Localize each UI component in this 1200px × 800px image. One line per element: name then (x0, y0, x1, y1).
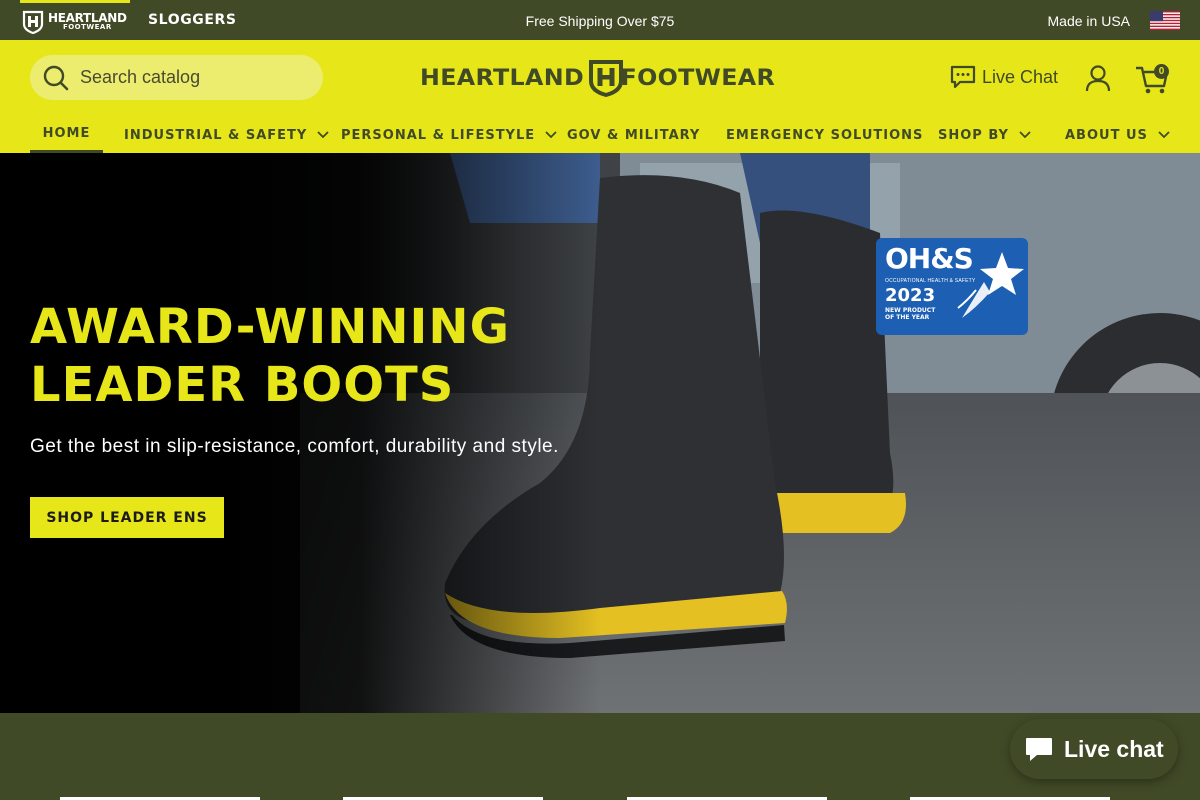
live-chat-label: Live Chat (982, 66, 1059, 87)
logo-word-footwear: FOOTWEAR (620, 65, 775, 91)
live-chat-widget-label: Live chat (1064, 735, 1164, 762)
nav-item-industrial-safety[interactable]: INDUSTRIAL & SAFETY (124, 117, 329, 153)
heartland-footwear-logo[interactable]: HEARTLAND FOOTWEAR (420, 58, 780, 98)
nav-item-label: SHOP BY (938, 127, 1009, 143)
ohs-award-badge: OH&S OCCUPATIONAL HEALTH & SAFETY 2023 N… (876, 238, 1028, 335)
brand-sloggers-label: SLOGGERS (148, 12, 237, 28)
account-icon[interactable] (1085, 64, 1111, 92)
nav-item-label: INDUSTRIAL & SAFETY (124, 127, 308, 143)
cart-count-badge: 0 (1154, 64, 1169, 79)
star-icon (957, 252, 1024, 318)
nav-item-personal-lifestyle[interactable]: PERSONAL & LIFESTYLE (341, 117, 557, 153)
heartland-shield-icon (22, 10, 44, 34)
nav-item-about-us[interactable]: ABOUT US (1065, 117, 1170, 153)
nav-item-shop-by[interactable]: SHOP BY (938, 117, 1031, 153)
nav-item-label: PERSONAL & LIFESTYLE (341, 127, 536, 143)
search-input[interactable] (80, 67, 300, 88)
hero-title-line2: LEADER BOOTS (30, 357, 455, 413)
nav-item-home[interactable]: HOME (30, 117, 103, 153)
hero-title-line1: AWARD-WINNING (30, 299, 510, 355)
search-icon[interactable] (42, 64, 70, 92)
chat-bubble-icon (1026, 738, 1052, 761)
live-chat-widget-button[interactable]: Live chat (1010, 719, 1178, 779)
top-utility-bar: HEARTLAND FOOTWEAR SLOGGERS Free Shippin… (0, 0, 1200, 40)
nav-item-label: HOME (42, 126, 91, 141)
ohs-badge-year: 2023 (885, 285, 936, 306)
brand-tab-sloggers[interactable]: SLOGGERS (148, 0, 237, 40)
hero-banner: AWARD-WINNING LEADER BOOTS Get the best … (0, 153, 1200, 713)
brand-tab-heartland[interactable]: HEARTLAND FOOTWEAR (20, 0, 130, 40)
ohs-badge-line1: NEW PRODUCT (885, 307, 936, 314)
made-in-usa-label: Made in USA (1047, 13, 1130, 29)
hero-boots-photo (0, 153, 1200, 713)
chat-bubble-icon (950, 65, 976, 89)
chevron-down-icon (1019, 131, 1031, 139)
nav-item-label: EMERGENCY SOLUTIONS (726, 127, 924, 143)
nav-item-label: GOV & MILITARY (567, 127, 701, 143)
ohs-badge-award: NEW PRODUCT OF THE YEAR (885, 307, 945, 321)
chevron-down-icon (317, 131, 329, 139)
nav-item-gov-military[interactable]: GOV & MILITARY (567, 117, 700, 153)
main-header: HEARTLAND FOOTWEAR Live Chat 0 HOME (0, 40, 1200, 153)
heartland-small-logo: HEARTLAND FOOTWEAR (20, 10, 127, 34)
hero-subtitle: Get the best in slip-resistance, comfort… (30, 436, 559, 457)
logo-word-heartland: HEARTLAND (420, 65, 585, 91)
brand-heartland-line2: FOOTWEAR (62, 23, 112, 31)
nav-item-emergency-solutions[interactable]: EMERGENCY SOLUTIONS (726, 117, 923, 153)
chevron-down-icon (1158, 131, 1170, 139)
us-flag-icon[interactable] (1150, 11, 1180, 30)
hero-title: AWARD-WINNING LEADER BOOTS (30, 298, 550, 414)
main-navigation: HOME INDUSTRIAL & SAFETY PERSONAL & LIFE… (0, 117, 1200, 153)
nav-item-label: ABOUT US (1065, 127, 1148, 143)
heartland-shield-icon (588, 60, 623, 97)
live-chat-link[interactable]: Live Chat (950, 64, 1058, 90)
shop-leader-button[interactable]: SHOP LEADER ENS (30, 497, 224, 538)
chevron-down-icon (545, 131, 557, 139)
search-box[interactable] (30, 55, 323, 100)
ohs-badge-line2: OF THE YEAR (885, 314, 930, 321)
